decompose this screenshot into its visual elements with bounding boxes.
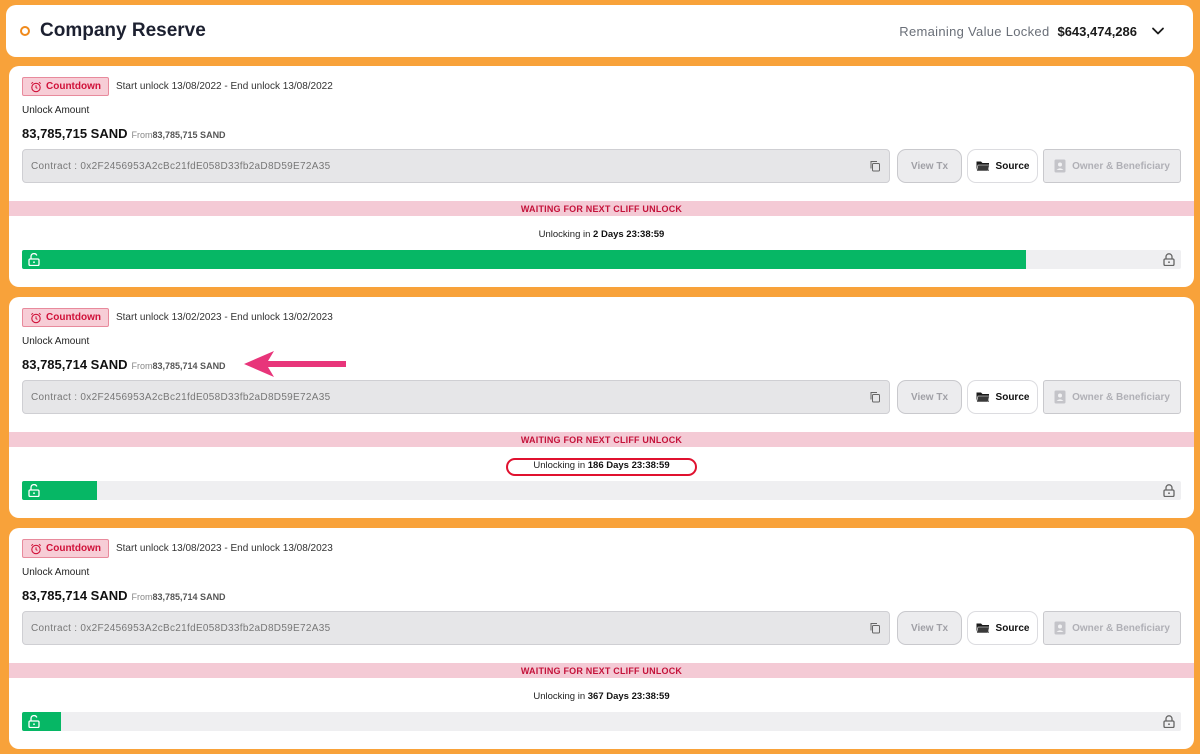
waiting-banner: WAITING FOR NEXT CLIFF UNLOCK: [9, 432, 1194, 447]
unlocked-lock-icon: [28, 715, 40, 728]
view-tx-button[interactable]: View Tx: [897, 611, 962, 645]
chevron-down-icon[interactable]: [1151, 24, 1165, 38]
page-title: Company Reserve: [40, 20, 206, 41]
unlock-progress-bar: [22, 712, 1181, 731]
source-button[interactable]: Source: [967, 149, 1038, 183]
lock-icon: [1163, 715, 1175, 728]
unlock-amount: 83,785,714 SAND: [22, 588, 128, 603]
highlight-ring-annotation: [506, 458, 697, 476]
alarm-clock-icon: [30, 543, 42, 554]
annotation-arrow-icon: [244, 351, 346, 377]
from-amount: From83,785,714 SAND: [131, 361, 226, 371]
unlocking-countdown: Unlocking in 367 Days 23:38:59: [533, 691, 670, 702]
from-amount: From83,785,715 SAND: [131, 130, 226, 140]
alarm-clock-icon: [30, 81, 42, 92]
contract-address: Contract : 0x2F2456953A2cBc21fdE058D33fb…: [31, 391, 331, 403]
view-tx-button[interactable]: View Tx: [897, 380, 962, 414]
unlock-dates: Start unlock 13/08/2022 - End unlock 13/…: [115, 81, 333, 92]
contract-address: Contract : 0x2F2456953A2cBc21fdE058D33fb…: [31, 160, 331, 172]
copy-icon[interactable]: [869, 160, 881, 172]
countdown-label: Countdown: [46, 543, 101, 554]
view-tx-button[interactable]: View Tx: [897, 149, 962, 183]
countdown-label: Countdown: [46, 81, 101, 92]
countdown-label: Countdown: [46, 312, 101, 323]
contract-address: Contract : 0x2F2456953A2cBc21fdE058D33fb…: [31, 622, 331, 634]
owner-beneficiary-button[interactable]: Owner & Beneficiary: [1043, 149, 1181, 183]
unlock-amount-label: Unlock Amount: [22, 567, 90, 578]
lock-icon: [1163, 484, 1175, 497]
unlock-card-1: Countdown Start unlock 13/08/2022 - End …: [9, 66, 1194, 287]
waiting-banner: WAITING FOR NEXT CLIFF UNLOCK: [9, 663, 1194, 678]
user-card-icon: [1054, 390, 1066, 404]
unlocked-lock-icon: [28, 253, 40, 266]
user-card-icon: [1054, 621, 1066, 635]
unlock-card-3: Countdown Start unlock 13/08/2023 - End …: [9, 528, 1194, 749]
reserve-header[interactable]: Company Reserve Remaining Value Locked $…: [6, 5, 1193, 57]
unlock-progress-bar: [22, 481, 1181, 500]
copy-icon[interactable]: [869, 622, 881, 634]
unlock-amount: 83,785,715 SAND: [22, 126, 128, 141]
folder-icon: [975, 161, 990, 172]
progress-fill: [22, 250, 1026, 269]
unlock-dates: Start unlock 13/08/2023 - End unlock 13/…: [115, 543, 333, 554]
countdown-badge: Countdown: [22, 77, 109, 96]
contract-field[interactable]: Contract : 0x2F2456953A2cBc21fdE058D33fb…: [22, 149, 890, 183]
lock-icon: [1163, 253, 1175, 266]
from-amount: From83,785,714 SAND: [131, 592, 226, 602]
unlock-card-2: Countdown Start unlock 13/02/2023 - End …: [9, 297, 1194, 518]
unlock-dates: Start unlock 13/02/2023 - End unlock 13/…: [115, 312, 333, 323]
user-card-icon: [1054, 159, 1066, 173]
contract-field[interactable]: Contract : 0x2F2456953A2cBc21fdE058D33fb…: [22, 611, 890, 645]
countdown-badge: Countdown: [22, 308, 109, 327]
source-button[interactable]: Source: [967, 380, 1038, 414]
status-dot-icon: [20, 26, 30, 36]
folder-icon: [975, 623, 990, 634]
folder-icon: [975, 392, 990, 403]
unlocked-lock-icon: [28, 484, 40, 497]
contract-field[interactable]: Contract : 0x2F2456953A2cBc21fdE058D33fb…: [22, 380, 890, 414]
unlock-amount: 83,785,714 SAND: [22, 357, 128, 372]
unlock-amount-label: Unlock Amount: [22, 105, 90, 116]
source-button[interactable]: Source: [967, 611, 1038, 645]
remaining-value: Remaining Value Locked $643,474,286: [899, 24, 1179, 39]
owner-beneficiary-button[interactable]: Owner & Beneficiary: [1043, 380, 1181, 414]
countdown-badge: Countdown: [22, 539, 109, 558]
unlock-progress-bar: [22, 250, 1181, 269]
alarm-clock-icon: [30, 312, 42, 323]
unlocking-countdown: Unlocking in 2 Days 23:38:59: [538, 229, 665, 240]
copy-icon[interactable]: [869, 391, 881, 403]
remaining-label: Remaining Value Locked: [899, 23, 1050, 39]
waiting-banner: WAITING FOR NEXT CLIFF UNLOCK: [9, 201, 1194, 216]
unlock-amount-label: Unlock Amount: [22, 336, 90, 347]
remaining-amount: $643,474,286: [1057, 23, 1137, 39]
owner-beneficiary-button[interactable]: Owner & Beneficiary: [1043, 611, 1181, 645]
